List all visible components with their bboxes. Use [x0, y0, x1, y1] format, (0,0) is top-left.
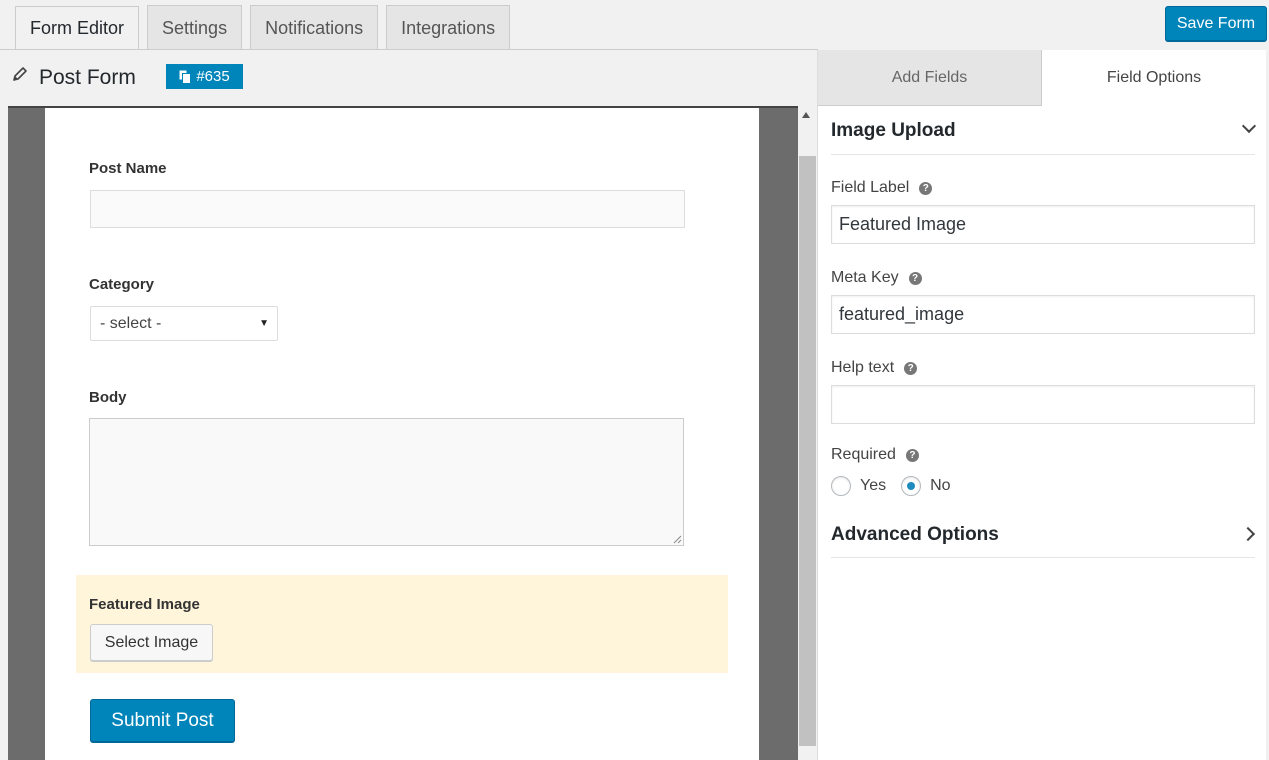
tabs-divider	[0, 49, 818, 50]
editor-tabs: Form Editor Settings Notifications Integ…	[15, 5, 511, 50]
tab-field-options[interactable]: Field Options	[1042, 50, 1266, 106]
meta-key-input[interactable]: featured_image	[831, 295, 1255, 334]
tab-add-fields[interactable]: Add Fields	[818, 50, 1042, 106]
help-icon[interactable]: ?	[905, 448, 919, 462]
required-label: Required ?	[831, 446, 919, 464]
tab-form-editor[interactable]: Form Editor	[15, 6, 140, 50]
chevron-down-icon[interactable]	[1241, 118, 1257, 134]
chevron-right-icon[interactable]	[1240, 526, 1256, 542]
required-text: Required	[831, 446, 896, 463]
form-title[interactable]: Post Form	[39, 66, 136, 90]
field-label-text: Field Label	[831, 179, 910, 196]
required-yes-label[interactable]: Yes	[860, 477, 886, 495]
field-label-input[interactable]: Featured Image	[831, 205, 1255, 244]
meta-key-label: Meta Key ?	[831, 269, 922, 287]
category-select[interactable]: - select - ▼	[90, 306, 278, 341]
required-yes-radio[interactable]	[831, 476, 851, 496]
section-divider	[831, 154, 1255, 155]
resize-grip-icon[interactable]	[673, 535, 682, 544]
post-name-label: Post Name	[89, 160, 167, 177]
section-title-image-upload[interactable]: Image Upload	[831, 120, 956, 142]
post-name-input[interactable]	[90, 190, 685, 228]
advanced-options-toggle[interactable]: Advanced Options	[831, 524, 999, 546]
featured-image-label: Featured Image	[89, 596, 200, 613]
form-id-text: #635	[196, 68, 230, 85]
scroll-thumb[interactable]	[799, 156, 816, 746]
field-options-panel: Add Fields Field Options Image Upload Fi…	[817, 50, 1269, 760]
form-preview: Post Name Category - select - ▼ Body Fea…	[45, 108, 759, 760]
caret-down-icon: ▼	[259, 318, 269, 329]
tab-notifications[interactable]: Notifications	[250, 5, 379, 50]
tab-integrations[interactable]: Integrations	[386, 5, 511, 50]
body-textarea[interactable]	[89, 418, 684, 546]
required-no-radio[interactable]	[901, 476, 922, 496]
category-label: Category	[89, 276, 155, 293]
submit-post-button[interactable]: Submit Post	[90, 699, 235, 742]
help-text-input[interactable]	[831, 385, 1255, 424]
help-text-label: Help text ?	[831, 359, 918, 377]
category-select-value: - select -	[100, 314, 162, 332]
tab-settings[interactable]: Settings	[147, 5, 243, 50]
body-label: Body	[89, 389, 127, 406]
scroll-up-arrow-icon[interactable]	[802, 112, 810, 118]
field-label-label: Field Label ?	[831, 179, 933, 197]
canvas-scrollbar[interactable]	[798, 106, 817, 760]
select-image-button[interactable]: Select Image	[90, 624, 213, 661]
meta-key-text: Meta Key	[831, 269, 899, 286]
help-text-text: Help text	[831, 359, 895, 376]
form-canvas: Post Name Category - select - ▼ Body Fea…	[8, 106, 798, 760]
pencil-icon[interactable]	[11, 65, 29, 83]
required-no-label[interactable]: No	[930, 477, 950, 495]
section-divider	[831, 557, 1255, 558]
help-icon[interactable]: ?	[904, 361, 918, 375]
form-id-badge[interactable]: #635	[166, 64, 243, 89]
help-icon[interactable]: ?	[919, 181, 933, 195]
required-radio-group: Yes No	[831, 476, 951, 496]
copy-icon	[179, 70, 192, 84]
save-form-button[interactable]: Save Form	[1165, 6, 1267, 41]
help-icon[interactable]: ?	[908, 271, 922, 285]
